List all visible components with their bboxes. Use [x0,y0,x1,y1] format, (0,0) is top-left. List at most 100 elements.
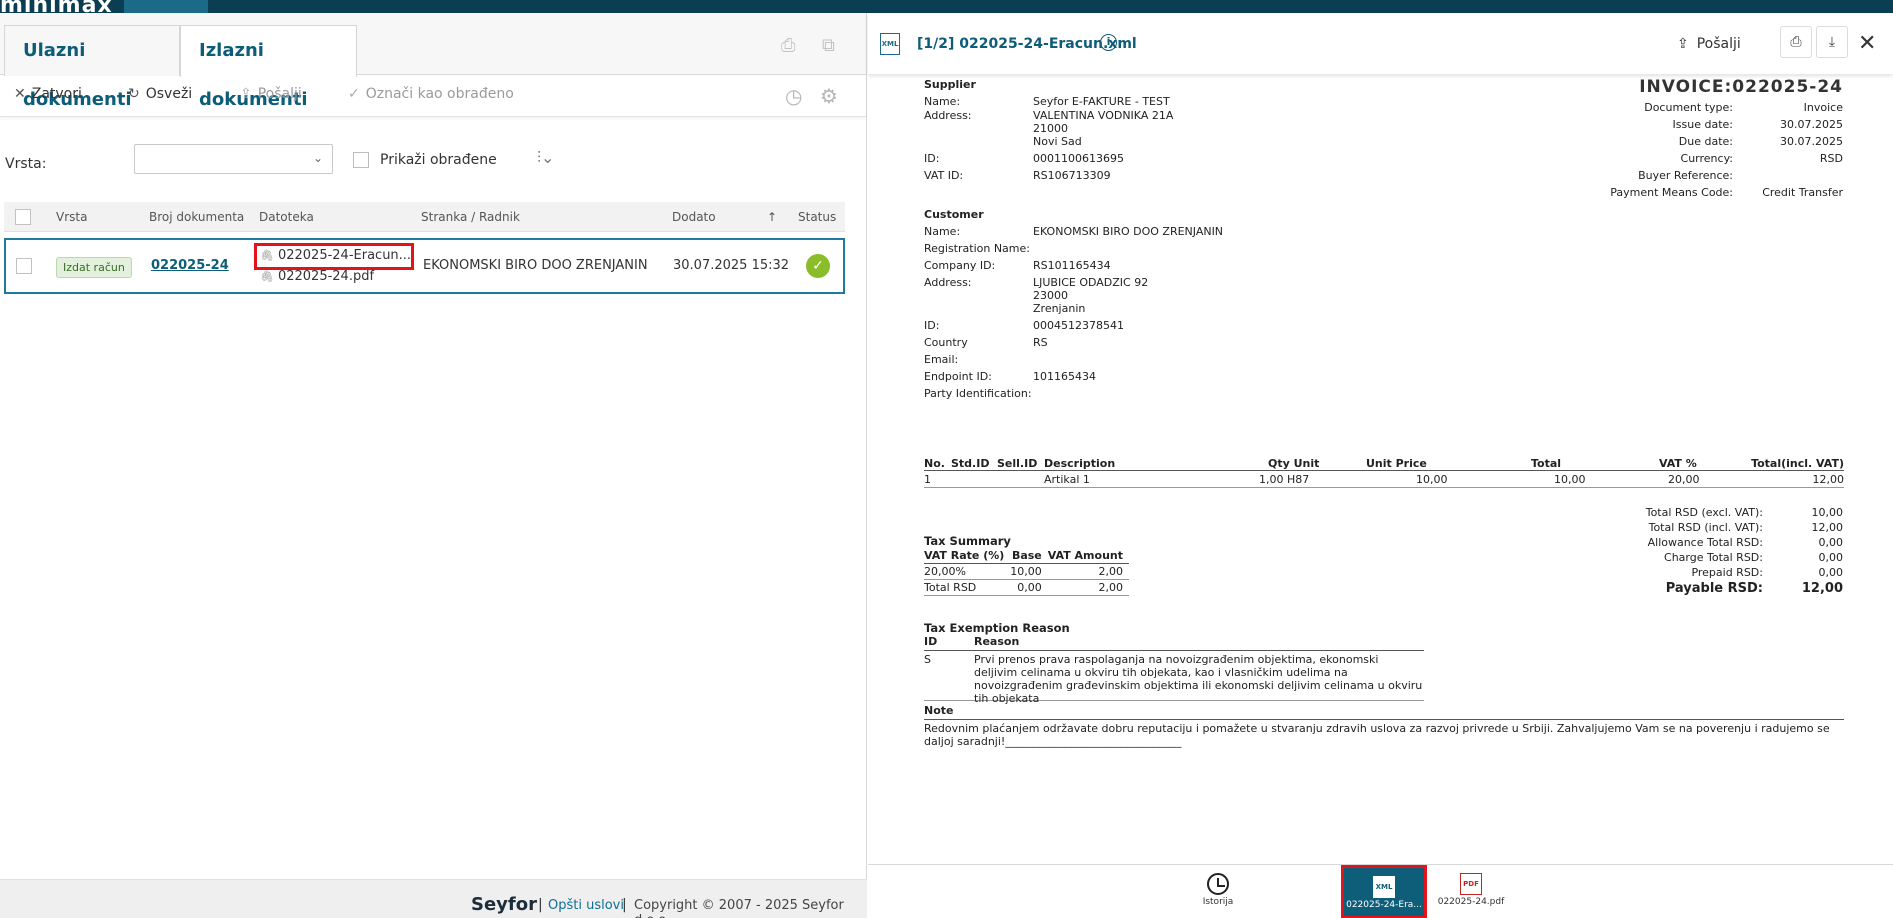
label: ID: [924,319,940,332]
line-item-row: 1 Artikal 1 1,00 H87 10,00 10,00 20,00 1… [924,471,1844,488]
value: 0001100613695 [1033,152,1124,165]
info-icon[interactable]: i [1100,34,1117,51]
label: Currency: [1680,152,1733,165]
clock-icon [1207,873,1229,895]
party-cell: EKONOMSKI BIRO DOO ZRENJANIN [423,258,648,273]
share-icon: ⇪ [240,86,252,102]
gear-icon[interactable]: ⚙ [820,84,838,108]
value: 0,00 [1818,566,1844,579]
label: Payment Means Code: [1610,186,1733,199]
show-processed-label[interactable]: Prikaži obrađene [380,152,497,168]
preview-header: XML [1/2] 022025-24-Eracun.xml i ⇪ Pošal… [868,13,1893,74]
table-row[interactable]: Izdat račun 022025-24 🖇 022025-24-Eracun… [4,238,845,294]
label: VAT ID: [924,169,964,182]
tab-history[interactable]: Istorija [1190,865,1246,918]
label: Document type: [1644,101,1733,114]
attachment-pdf-name: 022025-24.pdf [277,269,375,284]
label: Payable RSD: [1665,581,1763,596]
close-icon: ✕ [14,86,26,102]
download-button[interactable]: ⤓ [1816,26,1848,58]
column-settings-icon[interactable]: ⫶⌄ [537,148,554,168]
footer-separator: | [538,897,543,913]
meta-row: Currency: RSD [1583,152,1843,169]
sort-arrow-up-icon[interactable]: ↑ [767,210,777,224]
totals-row: Allowance Total RSD: 0,00 [1583,536,1843,551]
label: Endpoint ID: [924,370,992,383]
cell: 20,00% [924,563,1011,580]
tab-incoming-documents[interactable]: Ulazni dokumenti [4,25,180,110]
value: 12,00 [1811,521,1844,534]
print-button[interactable]: ⎙ [1780,26,1812,58]
label: Party Identification: [924,387,1032,400]
close-button[interactable]: ✕ Zatvori [14,86,82,102]
table-row: 20,00% 10,00 2,00 [924,563,1129,580]
preview-file-tabs: Istorija XML 022025-24-Era... PDF 022025… [868,864,1893,918]
value: Invoice [1803,101,1843,114]
col-vat: VAT % [1659,457,1697,470]
status-ok-icon: ✓ [806,254,830,278]
refresh-button[interactable]: ↻ Osveži [128,86,192,102]
mark-processed-button[interactable]: ✓ Označi kao obrađeno [348,86,514,102]
cell: 2,00 [1047,579,1129,596]
value: 0004512378541 [1033,319,1124,332]
documents-panel: Ulazni dokumenti Izlazni dokumenti ⎙ ⧉ ✕… [0,13,867,918]
select-all-checkbox[interactable] [15,209,31,225]
open-external-icon[interactable]: ⧉ [822,35,842,56]
col-added[interactable]: Dodato [672,210,716,224]
value: 23000 [1033,289,1068,302]
col-reason: Reason [974,635,1020,648]
tax-exemption-heading: Tax Exemption Reason [924,621,1070,635]
table-row: VAT Rate (%) Base VAT Amount [924,548,1129,564]
label: Issue date: [1672,118,1733,131]
label: Name: [924,95,961,108]
doc-number-link[interactable]: 022025-24 [151,258,229,273]
tab-outgoing-documents[interactable]: Izlazni dokumenti [180,25,357,110]
value: Seyfor E-FAKTURE - TEST [1033,95,1170,108]
col-file[interactable]: Datoteka [259,210,314,224]
type-select[interactable]: ⌄ [134,144,333,174]
value: 12,00 [1801,581,1843,596]
tax-summary-table: VAT Rate (%) Base VAT Amount 20,00% 10,0… [924,548,1129,596]
close-preview-button[interactable]: ✕ [1858,31,1876,56]
preview-send-button[interactable]: ⇪ Pošalji [1677,36,1741,52]
col-type[interactable]: Vrsta [56,210,87,224]
value: 21000 [1033,122,1068,135]
meta-row: Issue date: 30.07.2025 [1583,118,1843,135]
terms-link[interactable]: Opšti uslovi [548,898,624,913]
col-no: No. [924,457,945,470]
col-doc-number[interactable]: Broj dokumenta [149,210,244,224]
cell-description: Artikal 1 [1044,473,1090,486]
value: VALENTINA VODNIKA 21A [1033,109,1174,122]
value: RS106713309 [1033,169,1111,182]
value: RS101165434 [1033,259,1111,272]
value: Novi Sad [1033,135,1082,148]
filter-bar: Vrsta: ⌄ Prikaži obrađene ⫶⌄ [0,143,866,183]
cell-id: S [924,653,931,666]
xml-file-icon: XML [1373,876,1395,898]
history-icon[interactable]: ◷ [785,84,802,108]
send-button[interactable]: ⇪ Pošalji [240,86,302,102]
print-icon[interactable]: ⎙ [781,35,801,56]
attachment-pdf-link[interactable]: 🖇 022025-24.pdf [260,269,374,284]
tax-exemption-header: ID Reason [924,635,1424,651]
tab-xml-file[interactable]: XML 022025-24-Era... [1341,865,1427,918]
col-status[interactable]: Status [798,210,836,224]
row-checkbox[interactable] [16,258,32,274]
col-id: ID [924,635,938,648]
line-items-table: No. Std.ID Sell.ID Description Qty Unit … [924,455,1844,488]
tax-summary-heading: Tax Summary [924,534,1011,548]
toolbar: ✕ Zatvori ↻ Osveži ⇪ Pošalji ✓ Označi ka… [0,75,866,117]
col-vat-amount: VAT Amount [1047,548,1129,564]
show-processed-checkbox[interactable] [353,152,369,168]
label: Name: [924,225,961,238]
tab-pdf-file[interactable]: PDF 022025-24.pdf [1436,865,1506,918]
value: EKONOMSKI BIRO DOO ZRENJANIN [1033,225,1224,238]
label: ID: [924,152,940,165]
cell-vat: 20,00 [1668,473,1700,486]
active-module-tab[interactable] [124,0,208,13]
note-heading: Note [924,704,1844,720]
value: 10,00 [1811,506,1844,519]
col-party[interactable]: Stranka / Radnik [421,210,520,224]
tab-history-label: Istorija [1202,897,1234,907]
col-std-id: Std.ID [951,457,990,470]
